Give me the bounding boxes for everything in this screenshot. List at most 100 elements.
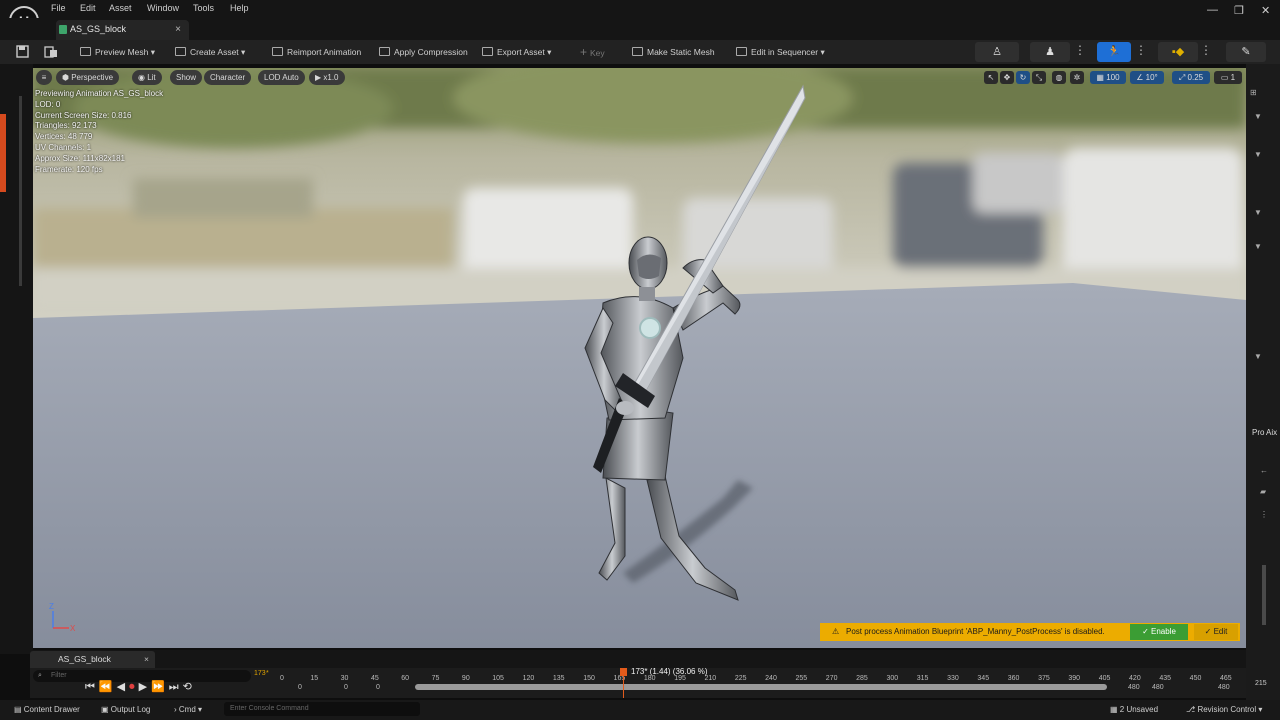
collapse-icon-3[interactable]: ▼ (1254, 208, 1262, 217)
collapse-icon-2[interactable]: ▼ (1254, 150, 1262, 159)
lit-button[interactable]: ◉ Lit (132, 70, 162, 85)
show-button[interactable]: Show (170, 70, 203, 85)
timeline-tick: 180 (643, 675, 656, 682)
browse-asset-icon[interactable] (44, 45, 58, 58)
playhead-marker[interactable] (620, 668, 627, 676)
key-button[interactable]: + Key (580, 44, 605, 60)
close-window-button[interactable]: ✕ (1261, 4, 1270, 17)
create-asset-button[interactable]: Create Asset ▾ (175, 44, 245, 60)
menu-edit[interactable]: Edit (80, 3, 96, 13)
right-scrollbar[interactable] (1262, 565, 1266, 625)
record-icon[interactable]: ⏺ (129, 681, 139, 693)
loop-icon[interactable]: ⟲ (183, 681, 196, 693)
apply-compression-button[interactable]: Apply Compression (379, 44, 468, 60)
left-scrollbar[interactable] (19, 96, 22, 286)
timeline-range-label: 480 (1218, 684, 1230, 691)
lit-icon: ◉ (138, 73, 148, 82)
content-drawer-button[interactable]: ▤ Content Drawer (14, 705, 80, 714)
minimize-button[interactable]: — (1207, 4, 1218, 16)
scale-snap-button[interactable]: ⤢ 0.25 (1172, 71, 1210, 84)
jump-to-end-icon[interactable]: ⏭ (169, 681, 183, 693)
output-log-label: Output Log (110, 705, 151, 714)
export-asset-button[interactable]: Export Asset ▾ (482, 44, 551, 60)
collapse-icon-1[interactable]: ▼ (1254, 112, 1262, 121)
jump-to-start-icon[interactable]: ⏮ (85, 681, 99, 693)
sequencer-tab[interactable]: AS_GS_block × (30, 651, 155, 668)
timeline-tick: 375 (1038, 675, 1050, 682)
reimport-button[interactable]: Reimport Animation (272, 44, 361, 60)
timeline-range-label: 0 (376, 684, 380, 691)
animation-mode-button[interactable]: 🏃 (1097, 42, 1131, 62)
select-tool-icon[interactable]: ↖ (984, 71, 998, 84)
revision-control-button[interactable]: ⎇ Revision Control ▾ (1186, 705, 1262, 714)
warning-icon: ⚠ (832, 627, 840, 636)
lod-button[interactable]: LOD Auto (258, 70, 305, 85)
timeline-tick: 135 (552, 675, 565, 682)
surface-snap-icon[interactable]: ✲ (1070, 71, 1084, 84)
unsaved-button[interactable]: ▦ 2 Unsaved (1110, 705, 1158, 714)
rotation-snap-button[interactable]: ∠ 10° (1130, 71, 1164, 84)
edit-label: Edit (1213, 627, 1228, 636)
step-forward-icon[interactable]: ⏩ (151, 681, 169, 693)
world-local-icon[interactable]: ◍ (1052, 71, 1066, 84)
edit-button[interactable]: ✓ Edit (1194, 624, 1238, 640)
timeline-end-label: 215 (1255, 680, 1267, 687)
camera-speed-button[interactable]: ▭ 1 (1214, 71, 1242, 84)
filter-placeholder: Filter (51, 672, 67, 679)
more-options-icon[interactable]: ⋮ (1074, 43, 1086, 57)
transport-controls: ⏮⏪◀⏺▶⏩⏭⟲ (85, 680, 196, 694)
3d-viewport[interactable]: Z X (33, 68, 1246, 648)
chest-light-icon (639, 317, 661, 339)
make-static-mesh-button[interactable]: Make Static Mesh (632, 44, 715, 60)
menu-help[interactable]: Help (230, 3, 249, 13)
edit-in-sequencer-button[interactable]: Edit in Sequencer ▾ (736, 44, 825, 60)
grid-snap-button[interactable]: ▦ 100 (1090, 71, 1126, 84)
options-icon[interactable]: ⋮ (1260, 510, 1268, 519)
more-options-icon-3[interactable]: ⋮ (1200, 43, 1212, 57)
rotate-tool-icon[interactable]: ↻ (1016, 71, 1030, 84)
tab-close-icon[interactable]: × (175, 20, 181, 39)
show-label: Show (176, 73, 197, 82)
preview-mesh-button[interactable]: Preview Mesh ▾ (80, 44, 155, 60)
enable-label: Enable (1151, 627, 1176, 636)
menu-asset[interactable]: Asset (109, 3, 132, 13)
play-forward-icon[interactable]: ▶ (139, 681, 151, 693)
tab-as-gs-block[interactable]: AS_GS_block × (56, 20, 189, 40)
scale-tool-icon[interactable]: ⤡ (1032, 71, 1046, 84)
character-button[interactable]: Character (204, 70, 252, 85)
step-back-icon[interactable]: ⏪ (99, 681, 117, 693)
enable-button[interactable]: ✓ Enable (1130, 624, 1188, 640)
grid-snap-value: 100 (1106, 73, 1120, 82)
cmd-dropdown[interactable]: › Cmd ▾ (174, 705, 202, 714)
sequencer-tab-close-icon[interactable]: × (144, 651, 149, 668)
skeleton-mode-button[interactable]: ♙ (975, 42, 1019, 62)
console-input[interactable]: Enter Console Command (224, 702, 420, 716)
mesh-mode-button[interactable]: ♟ (1030, 42, 1070, 62)
output-log-button[interactable]: ▣ Output Log (101, 705, 150, 714)
back-arrow-icon[interactable]: ← (1260, 466, 1268, 475)
save-icon[interactable] (16, 45, 29, 58)
pin-icon[interactable]: ⊞ (1250, 88, 1257, 97)
collapse-icon-5[interactable]: ▼ (1254, 352, 1262, 361)
tab-label: AS_GS_block (70, 24, 127, 34)
perspective-button[interactable]: ⬢ Perspective (56, 70, 120, 85)
folder-icon[interactable]: ▰ (1260, 487, 1266, 496)
right-panel-tab-label[interactable]: Pro (1252, 428, 1264, 437)
timeline-scrollbar[interactable] (415, 684, 1107, 690)
collapse-icon-4[interactable]: ▼ (1254, 242, 1262, 251)
frame-field[interactable]: 173 (254, 670, 266, 677)
viewport-menu-button[interactable]: ≡ (36, 70, 52, 85)
blueprint-mode-button[interactable]: ▪◆ (1158, 42, 1198, 62)
maximize-button[interactable]: ❐ (1234, 4, 1244, 17)
right-panel-tab-label-2[interactable]: Aix (1266, 428, 1277, 437)
play-reverse-icon[interactable]: ◀ (117, 681, 129, 693)
create-asset-label: Create Asset (190, 47, 239, 57)
play-speed-button[interactable]: ▶ x1.0 (309, 70, 345, 85)
physics-mode-button[interactable]: ✎ (1226, 42, 1266, 62)
more-options-icon-2[interactable]: ⋮ (1135, 43, 1147, 57)
menu-file[interactable]: File (51, 3, 66, 13)
camera-speed-value: 1 (1230, 73, 1236, 82)
menu-tools[interactable]: Tools (193, 3, 214, 13)
translate-tool-icon[interactable]: ✥ (1000, 71, 1014, 84)
menu-window[interactable]: Window (147, 3, 179, 13)
